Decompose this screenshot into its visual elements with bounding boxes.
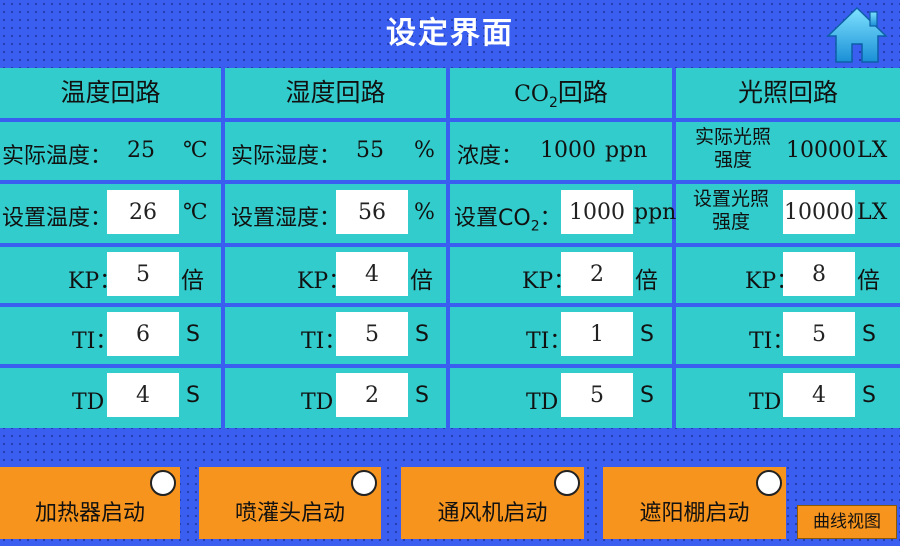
temp-set-unit: ℃: [183, 200, 208, 225]
grid-divider: [221, 68, 225, 428]
shade-status-lamp: [756, 470, 782, 496]
grid-divider: [0, 180, 900, 184]
temp-actual-unit: ℃: [183, 138, 208, 163]
home-icon: [826, 6, 888, 63]
temp-actual-label: 实际温度：: [2, 144, 113, 169]
header-light: 光照回路: [737, 78, 838, 107]
co2-ti-input[interactable]: [561, 312, 633, 356]
co2-actual-label: 浓度：: [457, 144, 524, 169]
light-set-label-line2: 强度: [711, 211, 750, 233]
co2-td-input[interactable]: [561, 373, 633, 417]
light-kp-unit: 倍: [857, 268, 880, 294]
grid-divider: [0, 303, 900, 307]
curve-view-button[interactable]: 曲线视图: [797, 505, 897, 539]
light-set-label-line1: 设置光照: [692, 188, 769, 210]
co2-set-input[interactable]: [561, 190, 633, 234]
light-ti-input[interactable]: [783, 312, 855, 356]
humid-set-label: 设置湿度：: [231, 206, 342, 231]
sprinkler-status-lamp: [351, 470, 377, 496]
heater-start-button[interactable]: 加热器启动: [0, 467, 180, 539]
temp-ti-unit: S: [186, 322, 200, 347]
settings-panel: 温度回路 湿度回路 CO2回路 光照回路 实际温度： 25 ℃ 实际湿度： 55…: [0, 68, 900, 428]
co2-set-label-suffix: ：: [539, 206, 562, 231]
light-actual-label-line1: 实际光照: [694, 126, 771, 148]
light-actual-label-line2: 强度: [713, 149, 752, 171]
header-co2-suffix: 回路: [557, 78, 608, 107]
grid-divider: [0, 118, 900, 122]
humid-actual-value: 55: [356, 138, 384, 163]
temp-ti-input[interactable]: [107, 312, 179, 356]
grid-divider: [0, 243, 900, 247]
light-set-unit: LX: [857, 200, 888, 225]
co2-ti-unit: S: [640, 322, 654, 347]
humid-kp-unit: 倍: [410, 268, 433, 294]
heater-status-lamp: [150, 470, 176, 496]
co2-kp-unit: 倍: [635, 268, 658, 294]
temp-set-label: 设置温度：: [2, 206, 113, 231]
temp-td-input[interactable]: [107, 373, 179, 417]
temp-set-input[interactable]: [107, 190, 179, 234]
light-actual-unit: LX: [857, 138, 888, 163]
fan-start-button[interactable]: 通风机启动: [401, 467, 584, 539]
grid-divider: [0, 364, 900, 368]
light-kp-input[interactable]: [783, 252, 855, 296]
grid-divider: [446, 68, 450, 428]
humid-actual-label: 实际湿度：: [231, 144, 342, 169]
co2-actual-value: 1000: [540, 138, 596, 163]
fan-status-lamp: [554, 470, 580, 496]
light-set-label: 设置光照 强度: [686, 188, 776, 234]
sprinkler-start-button[interactable]: 喷灌头启动: [199, 467, 381, 539]
temp-kp-unit: 倍: [181, 268, 204, 294]
temp-td-unit: S: [186, 383, 200, 408]
humid-actual-unit: %: [414, 138, 435, 163]
light-actual-label: 实际光照 强度: [688, 126, 778, 172]
home-button[interactable]: [826, 4, 888, 66]
heater-start-label: 加热器启动: [34, 501, 145, 526]
co2-actual-unit: ppn: [605, 138, 648, 163]
co2-set-label-prefix: 设置CO: [454, 206, 531, 231]
header-co2-prefix: CO: [514, 82, 549, 107]
humid-ti-input[interactable]: [336, 312, 408, 356]
light-ti-unit: S: [862, 322, 876, 347]
co2-set-unit: ppn: [634, 200, 677, 225]
co2-set-label-sub: 2: [530, 218, 540, 235]
co2-kp-input[interactable]: [561, 252, 633, 296]
humid-td-unit: S: [415, 383, 429, 408]
header-co2: CO2回路: [450, 68, 672, 118]
light-set-input[interactable]: [783, 190, 855, 234]
header-temp: 温度回路: [60, 78, 161, 107]
header-humid: 湿度回路: [285, 78, 386, 107]
grid-divider: [672, 68, 676, 428]
humid-set-input[interactable]: [336, 190, 408, 234]
header-co2-sub: 2: [548, 95, 558, 111]
co2-set-label: 设置CO2：: [454, 200, 562, 234]
humid-ti-unit: S: [415, 322, 429, 347]
temp-actual-value: 25: [127, 138, 155, 163]
light-actual-value: 10000: [786, 138, 856, 163]
humid-kp-input[interactable]: [336, 252, 408, 296]
light-td-input[interactable]: [783, 373, 855, 417]
page-title: 设定界面: [386, 16, 514, 51]
light-td-unit: S: [862, 383, 876, 408]
shade-start-button[interactable]: 遮阳棚启动: [603, 467, 786, 539]
shade-start-label: 遮阳棚启动: [639, 501, 750, 526]
temp-kp-input[interactable]: [107, 252, 179, 296]
co2-td-unit: S: [640, 383, 654, 408]
humid-td-input[interactable]: [336, 373, 408, 417]
fan-start-label: 通风机启动: [437, 501, 548, 526]
sprinkler-start-label: 喷灌头启动: [234, 501, 345, 526]
humid-set-unit: %: [414, 200, 435, 225]
